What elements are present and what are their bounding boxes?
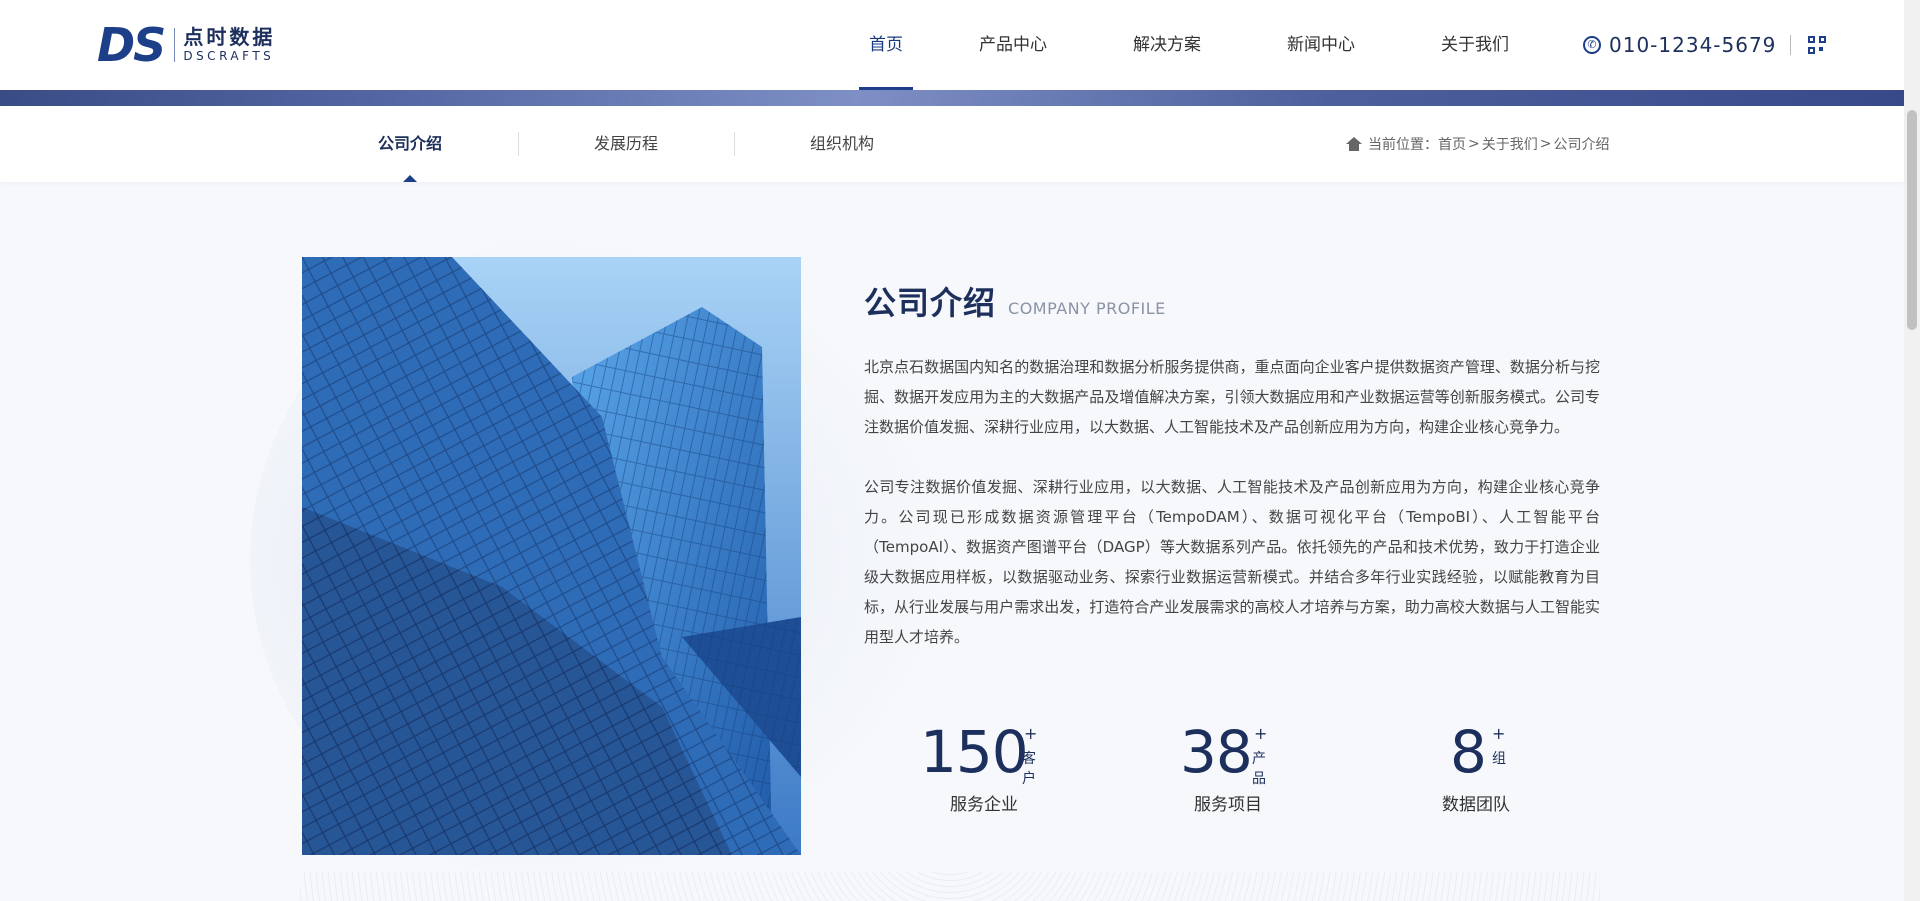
header-contact: ✆ 010-1234-5679 bbox=[1583, 31, 1827, 59]
stat-clients: 150 + 客户 服务企业 bbox=[920, 718, 1037, 815]
home-icon bbox=[1346, 137, 1362, 151]
stat-plus: + bbox=[1492, 724, 1506, 743]
tab-history[interactable]: 发展历程 bbox=[518, 106, 734, 182]
page-scrollbar[interactable] bbox=[1904, 0, 1920, 901]
tab-label: 公司介绍 bbox=[377, 134, 442, 153]
stat-label: 数据团队 bbox=[1442, 795, 1510, 815]
logo-divider bbox=[174, 28, 176, 62]
qr-code-icon[interactable] bbox=[1808, 36, 1827, 54]
company-building-photo bbox=[302, 257, 801, 855]
section-title-en: COMPANY PROFILE bbox=[1008, 299, 1166, 318]
phone-number[interactable]: 010-1234-5679 bbox=[1609, 33, 1776, 57]
profile-paragraph: 公司专注数据价值发掘、深耕行业应用，以大数据、人工智能技术及产品创新应用为方向，… bbox=[864, 478, 1600, 646]
sub-nav: 公司介绍 发展历程 组织机构 当前位置： 首页 > 关于我们 > 公司介绍 bbox=[0, 106, 1904, 182]
nav-item-solutions[interactable]: 解决方案 bbox=[1090, 0, 1244, 90]
scrollbar-thumb[interactable] bbox=[1907, 110, 1917, 330]
stat-number: 8 bbox=[1450, 718, 1487, 786]
nav-item-home[interactable]: 首页 bbox=[836, 0, 936, 90]
stat-label: 服务企业 bbox=[950, 795, 1018, 815]
nav-item-news[interactable]: 新闻中心 bbox=[1244, 0, 1398, 90]
stat-teams: 8 + 组 数据团队 bbox=[1442, 718, 1510, 815]
stat-unit: 组 bbox=[1492, 751, 1506, 767]
logo-en: DSCRAFTS bbox=[183, 49, 275, 63]
site-header: DS 点时数据 DSCRAFTS 首页 产品中心 解决方案 新闻中心 关于我们 … bbox=[0, 0, 1904, 90]
logo-cn: 点时数据 bbox=[183, 25, 276, 49]
phone-icon: ✆ bbox=[1583, 36, 1601, 54]
nav-item-products[interactable]: 产品中心 bbox=[936, 0, 1090, 90]
breadcrumb-link-about[interactable]: 关于我们 bbox=[1482, 134, 1538, 154]
wave-decoration bbox=[300, 872, 1600, 901]
stats-row: 150 + 客户 服务企业 38 + 产品 服务项目 8 + 组 数据团队 bbox=[864, 720, 1604, 820]
stat-number: 38 bbox=[1180, 718, 1253, 786]
tab-company-profile[interactable]: 公司介绍 bbox=[302, 106, 518, 182]
stat-number: 150 bbox=[920, 718, 1029, 786]
contact-divider bbox=[1790, 35, 1792, 55]
section-title-cn: 公司介绍 bbox=[864, 284, 997, 322]
stat-plus: + bbox=[1024, 724, 1038, 743]
logo[interactable]: DS 点时数据 DSCRAFTS bbox=[97, 18, 275, 72]
breadcrumb-separator: > bbox=[1539, 136, 1552, 152]
stat-unit: 产品 bbox=[1252, 751, 1266, 787]
building-illustration bbox=[302, 257, 801, 855]
active-caret-icon bbox=[403, 175, 417, 182]
banner-image-strip bbox=[0, 90, 1904, 106]
main-nav: 首页 产品中心 解决方案 新闻中心 关于我们 bbox=[836, 0, 1552, 90]
breadcrumb: 当前位置： 首页 > 关于我们 > 公司介绍 bbox=[1346, 134, 1609, 154]
breadcrumb-current: 公司介绍 bbox=[1553, 137, 1610, 153]
profile-paragraph: 北京点石数据国内知名的数据治理和数据分析服务提供商，重点面向企业客户提供数据资产… bbox=[864, 358, 1600, 436]
section-title: 公司介绍 COMPANY PROFILE bbox=[864, 278, 1600, 324]
tab-label: 发展历程 bbox=[593, 134, 658, 153]
sub-nav-tabs: 公司介绍 发展历程 组织机构 bbox=[302, 106, 950, 182]
nav-item-about[interactable]: 关于我们 bbox=[1398, 0, 1552, 90]
stat-projects: 38 + 产品 服务项目 bbox=[1180, 718, 1267, 815]
company-profile-section: 公司介绍 COMPANY PROFILE 北京点石数据国内知名的数据治理和数据分… bbox=[864, 278, 1600, 652]
tab-label: 组织机构 bbox=[809, 134, 874, 153]
logo-mark: DS bbox=[97, 18, 166, 72]
breadcrumb-link-home[interactable]: 首页 bbox=[1438, 134, 1466, 154]
stat-plus: + bbox=[1254, 724, 1268, 743]
tab-organization[interactable]: 组织机构 bbox=[734, 106, 950, 182]
breadcrumb-separator: > bbox=[1468, 136, 1480, 152]
breadcrumb-prefix: 当前位置： bbox=[1368, 137, 1438, 153]
logo-text: 点时数据 DSCRAFTS bbox=[183, 26, 275, 64]
stat-label: 服务项目 bbox=[1194, 795, 1262, 815]
stat-unit: 客户 bbox=[1022, 751, 1036, 787]
